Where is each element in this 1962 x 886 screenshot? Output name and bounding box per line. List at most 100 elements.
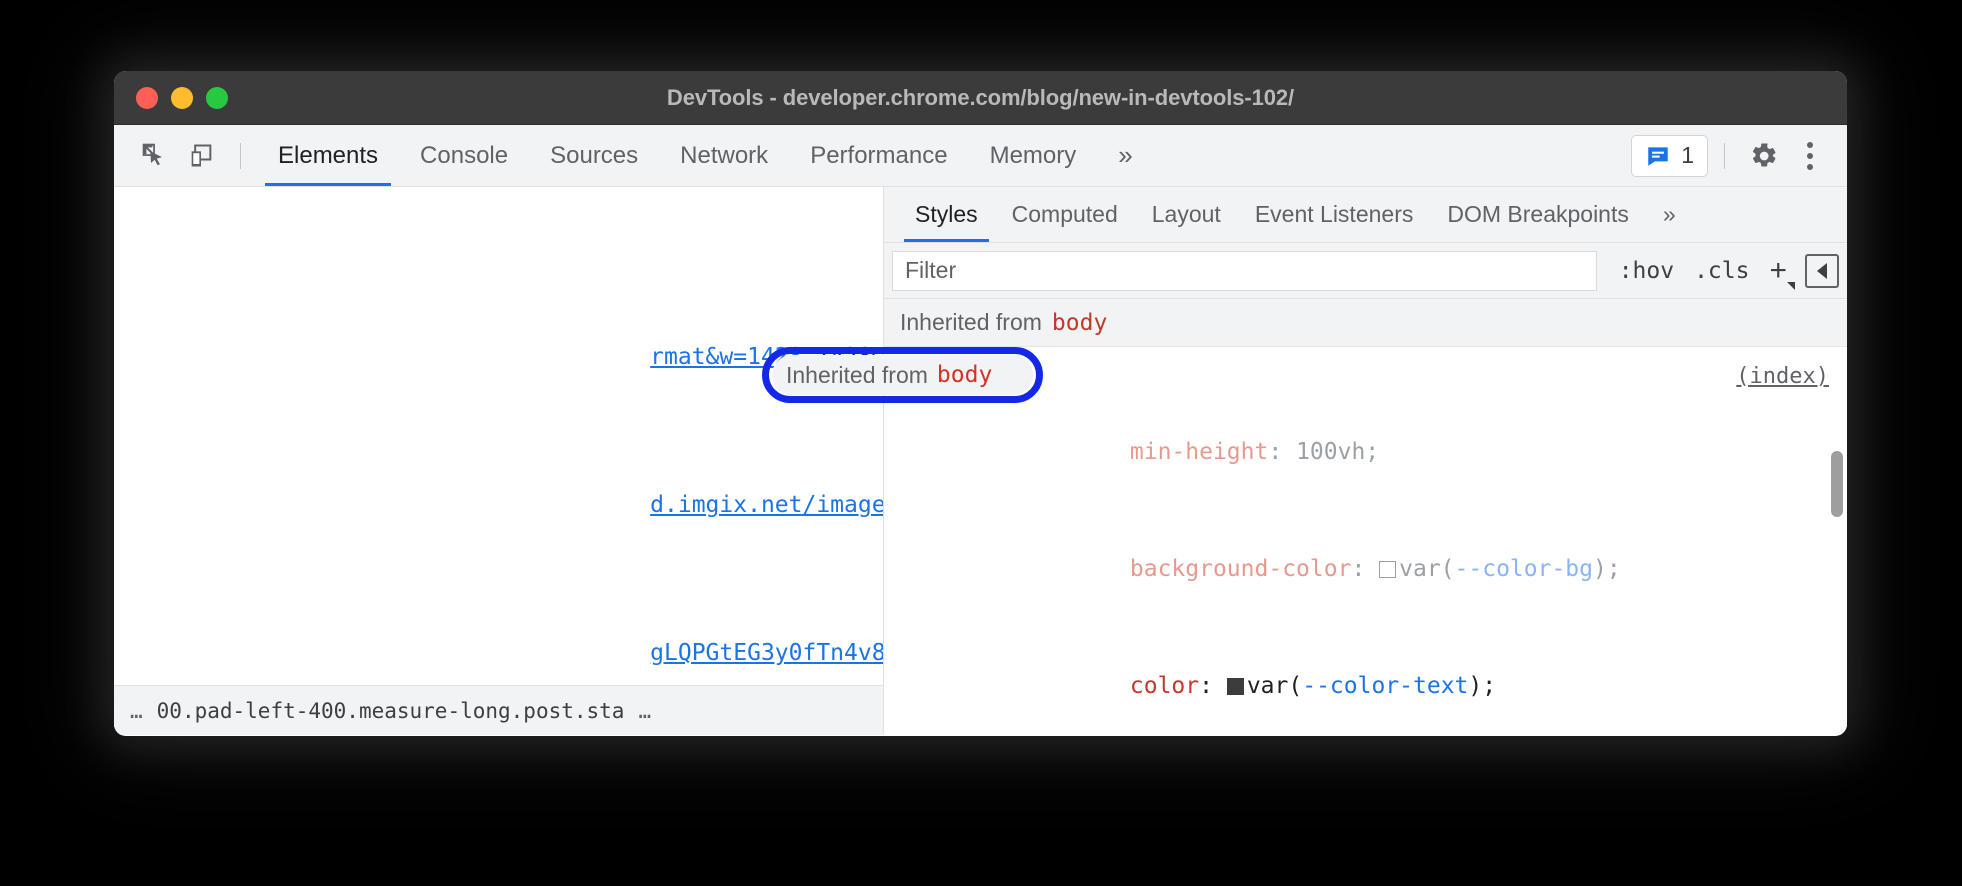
srcset-url-part: d.imgix.net/image/dPDCe xyxy=(650,492,884,518)
property-name[interactable]: color xyxy=(1130,673,1199,699)
breadcrumb-overflow-right[interactable]: … xyxy=(624,699,667,723)
inherited-from-selector[interactable]: body xyxy=(1042,310,1107,336)
tab-styles-label: Styles xyxy=(915,201,978,228)
toolbar-right-divider xyxy=(1724,143,1725,169)
filter-placeholder: Filter xyxy=(905,257,956,284)
inspect-element-button[interactable] xyxy=(132,133,178,179)
window-titlebar: DevTools - developer.chrome.com/blog/new… xyxy=(114,71,1847,125)
more-panels-button[interactable]: » xyxy=(1097,125,1153,186)
device-toolbar-icon xyxy=(187,142,215,170)
tab-sources[interactable]: Sources xyxy=(529,125,659,186)
tree-line: gLQPGtEG3y0fTn4v82/3vhz xyxy=(340,640,884,666)
inspect-cursor-icon xyxy=(141,142,169,170)
tab-styles[interactable]: Styles xyxy=(898,187,995,242)
css-variable-name[interactable]: --color-bg xyxy=(1455,556,1593,582)
filter-input[interactable]: Filter xyxy=(892,251,1597,291)
property-value-prefix: var( xyxy=(1399,556,1454,582)
issues-count: 1 xyxy=(1681,142,1694,169)
kebab-menu-icon xyxy=(1807,142,1813,170)
styles-pane: Styles Computed Layout Event Listeners D… xyxy=(884,187,1847,735)
screenshot-stage: DevTools - developer.chrome.com/blog/new… xyxy=(0,0,1962,886)
property-name[interactable]: min-height xyxy=(1130,439,1268,465)
filter-actions: :hov .cls + xyxy=(1597,254,1839,288)
tab-layout[interactable]: Layout xyxy=(1135,187,1238,242)
tree-row-text[interactable]: gLQPGtEG3y0fTn4v82/3vhz xyxy=(114,598,883,635)
close-window-button[interactable] xyxy=(136,87,158,109)
styles-pane-tabs: Styles Computed Layout Event Listeners D… xyxy=(884,187,1847,243)
css-rule-body: body { (index) min-height: 100vh; backgr… xyxy=(884,347,1847,735)
toolbar-right-actions: 1 xyxy=(1631,125,1833,186)
rule-origin-link[interactable]: (index) xyxy=(1736,357,1829,396)
annotation-selector: body xyxy=(928,362,992,388)
panel-tabs: Elements Console Sources Network Perform… xyxy=(257,125,1154,186)
tab-elements[interactable]: Elements xyxy=(257,125,399,186)
property-value-suffix: ); xyxy=(1593,556,1621,582)
tab-layout-label: Layout xyxy=(1152,201,1221,228)
declaration-min-height[interactable]: min-height: 100vh; xyxy=(898,394,1847,511)
tree-line: d.imgix.net/image/dPDCe xyxy=(340,492,884,518)
tab-event-listeners[interactable]: Event Listeners xyxy=(1238,187,1431,242)
message-issue-icon xyxy=(1645,143,1671,169)
property-value-prefix: var( xyxy=(1247,673,1302,699)
annotation-label-text: Inherited from xyxy=(786,362,928,389)
tree-row-text[interactable]: rmat&w=1428 1428w, http xyxy=(114,302,883,339)
new-style-rule-button[interactable]: + xyxy=(1759,256,1801,286)
tab-memory[interactable]: Memory xyxy=(969,125,1098,186)
toggle-device-toolbar-button[interactable] xyxy=(178,133,224,179)
styles-pane-scrollbar[interactable] xyxy=(1831,451,1843,517)
tab-network-label: Network xyxy=(680,142,768,170)
issues-button[interactable]: 1 xyxy=(1631,135,1708,177)
tab-dom-breakpoints[interactable]: DOM Breakpoints xyxy=(1430,187,1646,242)
tab-computed[interactable]: Computed xyxy=(995,187,1135,242)
inherited-from-body-header: Inherited from body xyxy=(884,299,1847,347)
minimize-window-button[interactable] xyxy=(171,87,193,109)
toggle-hover-state-button[interactable]: :hov xyxy=(1609,258,1684,284)
more-styles-tabs-button[interactable]: » xyxy=(1646,187,1693,242)
tab-performance[interactable]: Performance xyxy=(789,125,968,186)
settings-button[interactable] xyxy=(1741,133,1787,179)
property-value[interactable]: 100vh; xyxy=(1296,439,1379,465)
chevron-double-right-icon: » xyxy=(1118,140,1132,171)
toggle-element-classes-button[interactable]: .cls xyxy=(1684,258,1759,284)
tab-computed-label: Computed xyxy=(1012,201,1118,228)
css-variable-name[interactable]: --color-text xyxy=(1302,673,1468,699)
srcset-url-part: gLQPGtEG3y0fTn4v82/3vhz xyxy=(650,640,884,666)
property-value-suffix: ); xyxy=(1468,673,1496,699)
rule-selector-line: body { (index) xyxy=(898,355,1847,394)
window-controls[interactable] xyxy=(136,87,228,109)
panel-collapse-icon[interactable] xyxy=(1805,254,1839,288)
tab-console[interactable]: Console xyxy=(399,125,529,186)
tab-network[interactable]: Network xyxy=(659,125,789,186)
color-swatch-icon[interactable] xyxy=(1227,678,1244,695)
tab-event-listeners-label: Event Listeners xyxy=(1255,201,1414,228)
inherited-from-label: Inherited from xyxy=(900,309,1042,336)
chevron-double-right-icon: » xyxy=(1663,201,1676,228)
tab-dom-breakpoints-label: DOM Breakpoints xyxy=(1447,201,1629,228)
devtools-main-toolbar: Elements Console Sources Network Perform… xyxy=(114,125,1847,187)
dom-tree: rmat&w=1428 1428w, http d.imgix.net/imag… xyxy=(114,187,883,735)
tab-performance-label: Performance xyxy=(810,142,947,170)
elements-tree-pane: rmat&w=1428 1428w, http d.imgix.net/imag… xyxy=(114,187,884,735)
tab-sources-label: Sources xyxy=(550,142,638,170)
annotation-inherited-from-body-label: Inherited from body xyxy=(772,355,1033,395)
triangle-left-icon xyxy=(1817,263,1827,279)
more-options-button[interactable] xyxy=(1787,133,1833,179)
devtools-body: rmat&w=1428 1428w, http d.imgix.net/imag… xyxy=(114,187,1847,735)
declaration-color[interactable]: color: var(--color-text); xyxy=(898,628,1847,735)
color-swatch-icon[interactable] xyxy=(1379,561,1396,578)
toolbar-divider xyxy=(240,143,241,169)
breadcrumb-current[interactable]: 00.pad-left-400.measure-long.post.sta xyxy=(157,699,625,723)
window-title: DevTools - developer.chrome.com/blog/new… xyxy=(114,85,1847,111)
declaration-background-color[interactable]: background-color: var(--color-bg); xyxy=(898,511,1847,628)
gear-icon xyxy=(1749,141,1779,171)
property-name[interactable]: background-color xyxy=(1130,556,1352,582)
devtools-window: DevTools - developer.chrome.com/blog/new… xyxy=(114,71,1847,736)
breadcrumb-overflow-left[interactable]: … xyxy=(114,699,157,723)
tab-elements-label: Elements xyxy=(278,142,378,170)
tab-memory-label: Memory xyxy=(990,142,1077,170)
styles-filter-row: Filter :hov .cls + xyxy=(884,243,1847,299)
tab-console-label: Console xyxy=(420,142,508,170)
tree-row-text[interactable]: d.imgix.net/image/dPDCe xyxy=(114,450,883,487)
breadcrumb[interactable]: … 00.pad-left-400.measure-long.post.sta … xyxy=(114,685,883,735)
maximize-window-button[interactable] xyxy=(206,87,228,109)
